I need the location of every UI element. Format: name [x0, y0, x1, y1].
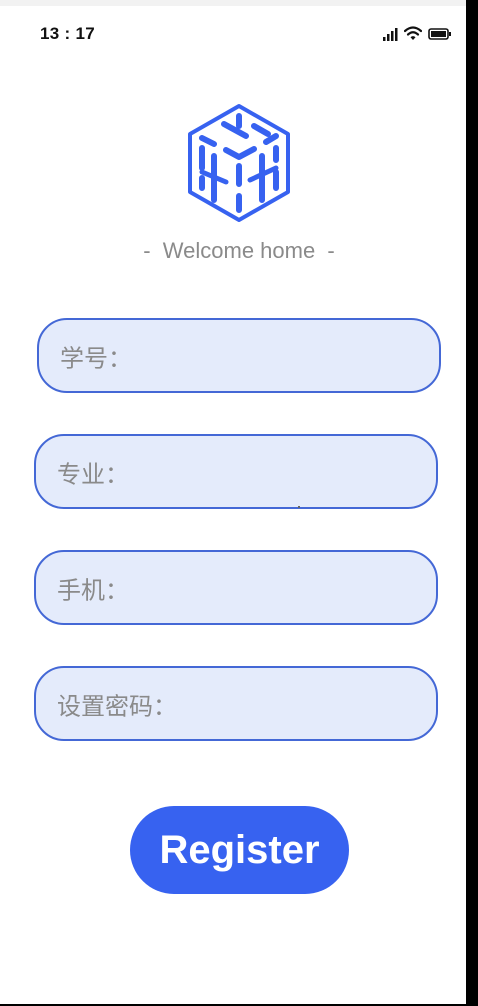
phone-field[interactable]: 手机： — [34, 550, 438, 625]
cube-logo-icon — [184, 102, 294, 224]
welcome-text: - Welcome home - — [143, 238, 335, 263]
stray-dot — [298, 506, 300, 508]
student-id-input[interactable] — [139, 334, 419, 377]
app-screen: 13 : 17 - Welcome home - 学号： 专业： 手机： 设置密… — [0, 0, 466, 1004]
wifi-icon — [404, 26, 422, 41]
major-input[interactable] — [136, 450, 416, 493]
password-field[interactable]: 设置密码： — [34, 666, 438, 741]
status-icons — [382, 26, 452, 41]
student-id-field[interactable]: 学号： — [37, 318, 441, 393]
status-time: 13 : 17 — [40, 24, 96, 43]
battery-icon — [428, 27, 452, 41]
student-id-label: 学号： — [60, 345, 132, 372]
signal-icon — [382, 27, 398, 41]
register-button[interactable]: Register — [130, 806, 349, 894]
major-label: 专业： — [57, 461, 129, 488]
phone-label: 手机： — [57, 577, 129, 604]
major-field[interactable]: 专业： — [34, 434, 438, 509]
password-label: 设置密码： — [57, 693, 177, 720]
password-input[interactable] — [196, 682, 416, 725]
top-strip — [0, 0, 466, 6]
phone-input[interactable] — [136, 566, 416, 609]
